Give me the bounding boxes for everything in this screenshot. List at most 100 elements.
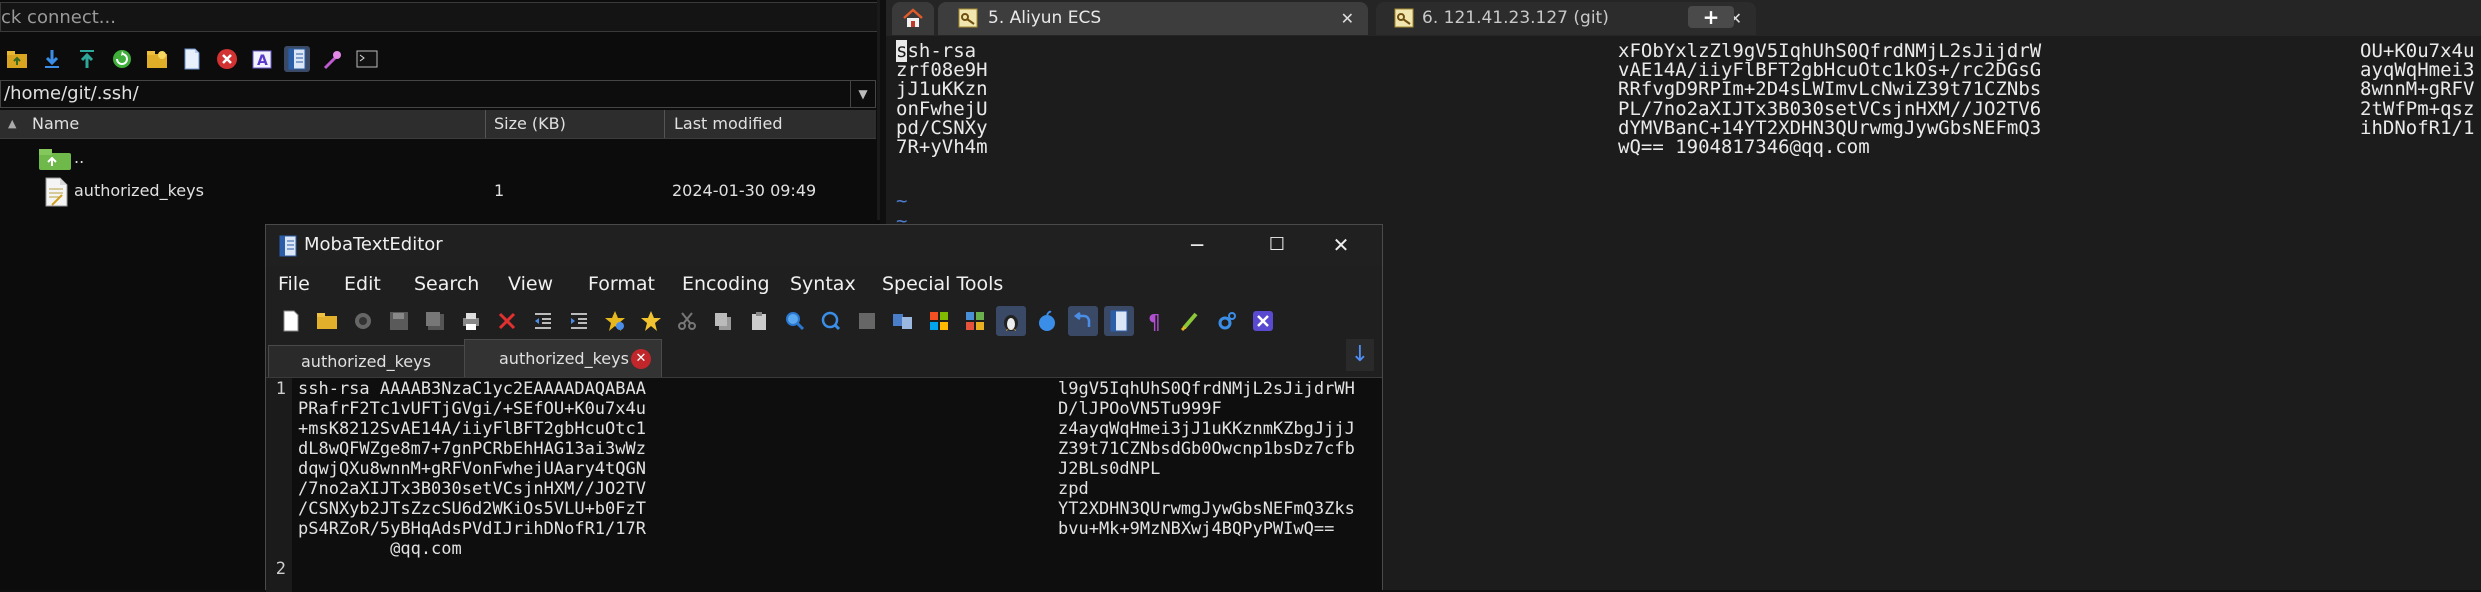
line-number-gutter: 1 2 — [266, 378, 292, 592]
menu-search[interactable]: Search — [414, 265, 479, 303]
close-icon[interactable]: ✕ — [1341, 2, 1354, 35]
search-icon[interactable] — [780, 306, 810, 336]
terminal-line: 7R+yVh4m — [896, 136, 988, 158]
terminal-icon[interactable] — [354, 46, 380, 72]
editor-title-bar[interactable]: MobaTextEditor ─ ☐ ✕ — [266, 225, 1382, 265]
editor-tab-bar: authorized_keys ✕ authorized_keys ✕ ↓ — [266, 339, 1382, 377]
home-icon — [902, 8, 924, 33]
column-size[interactable]: Size (KB) — [494, 110, 566, 138]
delete-icon[interactable] — [214, 46, 240, 72]
editor-app-icon — [278, 235, 298, 262]
menu-view[interactable]: View — [508, 265, 553, 303]
path-field[interactable]: /home/git/.ssh/ ▼ — [0, 80, 876, 108]
flag-icon[interactable] — [960, 306, 990, 336]
tab-list-arrow-icon[interactable]: ↓ — [1346, 339, 1374, 371]
editor-text-line: /7no2aXIJTx3B030setVCsjnHXM//JO2TV — [298, 479, 646, 499]
indent-increase-icon[interactable] — [564, 306, 594, 336]
menu-edit[interactable]: Edit — [344, 265, 381, 303]
maximize-icon[interactable]: ☐ — [1254, 225, 1300, 265]
open-text-editor-icon[interactable] — [284, 46, 310, 72]
close-icon[interactable]: ✕ — [631, 348, 651, 369]
close-file-icon[interactable] — [492, 306, 522, 336]
star-icon[interactable] — [636, 306, 666, 336]
copy-icon[interactable] — [708, 306, 738, 336]
file-tab-label: authorized_keys — [499, 349, 629, 368]
highlight-icon[interactable] — [1176, 306, 1206, 336]
text-editor-icon[interactable] — [1104, 306, 1134, 336]
vertical-scrollbar[interactable] — [877, 0, 880, 220]
quick-connect-input[interactable]: ck connect... — [0, 2, 878, 32]
menu-encoding[interactable]: Encoding — [682, 265, 770, 303]
path-text: /home/git/.ssh/ — [4, 83, 139, 104]
editor-title: MobaTextEditor — [304, 234, 443, 255]
mac-format-icon[interactable] — [1032, 306, 1062, 336]
editor-text-line: PRafrF2Tc1vUFTjGVgi/+SEfOU+K0u7x4u — [298, 399, 646, 419]
goto-icon[interactable] — [852, 306, 882, 336]
open-folder-icon[interactable] — [312, 306, 342, 336]
linux-format-icon[interactable] — [996, 306, 1026, 336]
bookmark-icon[interactable] — [600, 306, 630, 336]
home-tab[interactable] — [892, 2, 934, 35]
svg-text:A: A — [257, 53, 268, 69]
session-tab-label: 6. 121.41.23.127 (git) — [1422, 8, 1609, 28]
new-folder-icon[interactable] — [144, 46, 170, 72]
indent-decrease-icon[interactable] — [528, 306, 558, 336]
upload-icon[interactable] — [74, 46, 100, 72]
editor-text-line: D/lJPOoVN5Tu999F — [1058, 399, 1222, 419]
terminal-line: RRfvgD9RPIm+2D4sLWImvLcNwiZ39t71CZNbs — [1618, 78, 2042, 101]
new-file-icon[interactable] — [179, 46, 205, 72]
print-icon[interactable] — [456, 306, 486, 336]
folder-up-icon[interactable] — [4, 46, 30, 72]
new-tab-button[interactable]: + — [1688, 6, 1734, 28]
settings-icon[interactable] — [1212, 306, 1242, 336]
close-icon[interactable]: ✕ — [1318, 225, 1364, 265]
save-icon[interactable] — [384, 306, 414, 336]
session-tab-aliyun[interactable]: 5. Aliyun ECS ✕ — [938, 2, 1368, 35]
column-divider[interactable] — [485, 110, 486, 138]
sort-arrow-icon: ▲ — [8, 117, 17, 130]
session-tab-label: 5. Aliyun ECS — [988, 8, 1102, 28]
show-symbols-icon[interactable]: ¶ — [1140, 306, 1170, 336]
save-all-icon[interactable] — [420, 306, 450, 336]
terminal-line: xFObYxlzZl9gV5IqhUhS0QfrdNMjL2sJijdrW — [1618, 40, 2042, 62]
chevron-down-icon[interactable]: ▼ — [850, 81, 875, 107]
refresh-icon[interactable] — [109, 46, 135, 72]
terminal-line: wQ== 1904817346@qq.com — [1618, 136, 1870, 158]
compare-icon[interactable] — [888, 306, 918, 336]
column-modified[interactable]: Last modified — [674, 110, 782, 138]
moba-text-editor-window: MobaTextEditor ─ ☐ ✕ File Edit Search Vi… — [265, 224, 1383, 592]
terminal-line: ihDNofR1/1 — [2360, 116, 2475, 139]
paste-icon[interactable] — [744, 306, 774, 336]
file-row-parent[interactable]: .. — [0, 141, 876, 175]
find-replace-icon[interactable] — [816, 306, 846, 336]
menu-syntax[interactable]: Syntax — [790, 265, 856, 303]
properties-icon[interactable] — [319, 46, 345, 72]
terminal-line: jJ1uKKzn — [896, 78, 988, 101]
menu-special-tools[interactable]: Special Tools — [882, 265, 1003, 303]
file-row[interactable]: authorized_keys 1 2024-01-30 09:49 — [0, 174, 876, 208]
line-number: 2 — [275, 559, 286, 579]
download-icon[interactable] — [39, 46, 65, 72]
session-key-icon — [1394, 8, 1414, 33]
exit-icon[interactable] — [1248, 306, 1278, 336]
rename-icon[interactable]: A — [249, 46, 275, 72]
file-tab-active[interactable]: authorized_keys ✕ — [464, 339, 662, 377]
editor-text-line: @qq.com — [298, 539, 462, 559]
file-modified: 2024-01-30 09:49 — [672, 181, 817, 200]
editor-text-area[interactable]: 1 2 ssh-rsa AAAAB3NzaC1yc2EAAAADAQABAA PR… — [266, 377, 1382, 592]
file-name: .. — [74, 148, 85, 167]
column-name[interactable]: Name — [32, 110, 79, 138]
terminal-line: OU+K0u7x4u — [2360, 40, 2475, 62]
menu-format[interactable]: Format — [588, 265, 655, 303]
menu-file[interactable]: File — [278, 265, 310, 303]
minimize-icon[interactable]: ─ — [1174, 225, 1220, 265]
cut-icon[interactable] — [672, 306, 702, 336]
undo-icon[interactable] — [1068, 306, 1098, 336]
reload-icon[interactable] — [348, 306, 378, 336]
new-file-icon[interactable] — [276, 306, 306, 336]
editor-text-line: z4ayqWqHmei3jJ1uKKznmKZbgJjjJ — [1058, 419, 1355, 439]
column-divider[interactable] — [664, 110, 665, 138]
windows-format-icon[interactable] — [924, 306, 954, 336]
folder-up-icon — [38, 147, 72, 175]
editor-text-line: J2BLs0dNPL — [1058, 459, 1161, 479]
